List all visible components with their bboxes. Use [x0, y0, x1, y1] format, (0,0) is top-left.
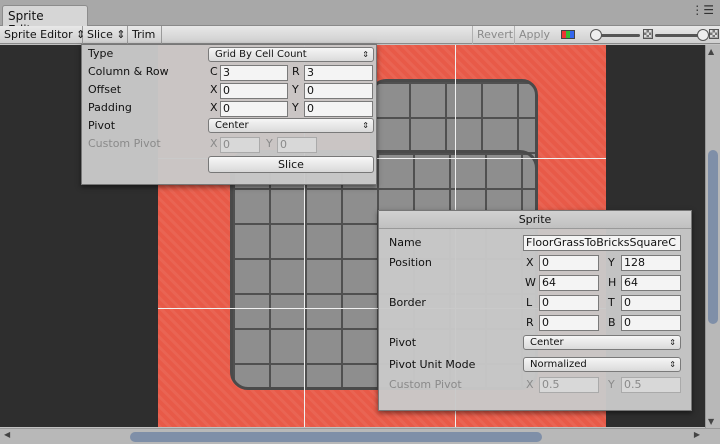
border-label: Border — [389, 296, 426, 309]
pivot-unit-mode-value: Normalized — [530, 359, 587, 370]
border-r-input[interactable]: 0 — [539, 315, 599, 331]
vertical-scrollbar[interactable]: ▲ ▼ — [705, 45, 720, 428]
position-y-input[interactable]: 128 — [621, 255, 681, 271]
type-value: Grid By Cell Count — [215, 49, 307, 60]
custom-pivot-x-label: X — [210, 137, 218, 150]
row-count-input[interactable]: 3 — [304, 65, 373, 81]
sprite-custom-pivot-y-label: Y — [608, 378, 615, 391]
sprite-custom-pivot-x-input[interactable]: 0.5 — [539, 377, 599, 393]
border-l-label: L — [526, 296, 533, 309]
border-b-input[interactable]: 0 — [621, 315, 681, 331]
offset-y-input[interactable]: 0 — [304, 83, 373, 99]
type-label: Type — [88, 47, 114, 60]
slice-panel: Type Grid By Cell Count ⇕ Column & Row C … — [81, 44, 377, 185]
offset-y-label: Y — [292, 83, 299, 96]
title-bar: Sprite Editor ⋮☰ — [0, 0, 720, 37]
position-y-label: Y — [608, 256, 615, 269]
pivot-unit-mode-dropdown[interactable]: Normalized ⇕ — [523, 357, 681, 372]
vertical-scroll-thumb[interactable] — [708, 150, 718, 324]
column-count-input[interactable]: 3 — [220, 65, 288, 81]
pivot-label: Pivot — [88, 119, 116, 132]
slice-dropdown[interactable]: Slice ⇕ — [83, 26, 128, 44]
column-row-label: Column & Row — [88, 65, 169, 78]
offset-label: Offset — [88, 83, 122, 96]
scroll-up-icon[interactable]: ▲ — [708, 47, 714, 56]
custom-pivot-y-label: Y — [266, 137, 273, 150]
border-t-label: T — [608, 296, 615, 309]
type-dropdown[interactable]: Grid By Cell Count ⇕ — [208, 47, 374, 62]
height-input[interactable]: 64 — [621, 275, 681, 291]
sprite-panel-title: Sprite — [379, 211, 691, 229]
checker-icon — [643, 29, 653, 39]
r-axis-label: R — [292, 65, 300, 78]
horizontal-scroll-thumb[interactable] — [130, 432, 542, 442]
padding-x-label: X — [210, 101, 218, 114]
pivot-unit-mode-label: Pivot Unit Mode — [389, 358, 476, 371]
custom-pivot-label: Custom Pivot — [88, 137, 161, 150]
offset-x-label: X — [210, 83, 218, 96]
border-b-label: B — [608, 316, 616, 329]
name-label: Name — [389, 236, 422, 249]
pivot-label: Pivot — [389, 336, 417, 349]
pivot-dropdown[interactable]: Center ⇕ — [208, 118, 374, 133]
padding-x-input[interactable]: 0 — [220, 101, 288, 117]
revert-button[interactable]: Revert — [472, 26, 514, 44]
sprite-editor-dropdown[interactable]: Sprite Editor ⇕ — [0, 26, 85, 44]
trim-button[interactable]: Trim — [128, 26, 162, 44]
dropdown-arrow-icon: ⇕ — [362, 121, 369, 130]
sprite-panel: Sprite Name FloorGrassToBricksSquareC Po… — [378, 210, 692, 411]
dropdown-arrow-icon: ⇕ — [669, 360, 676, 369]
toolbar: Sprite Editor ⇕ Slice ⇕ Trim Revert Appl… — [0, 26, 720, 44]
height-label: H — [608, 276, 617, 289]
apply-button[interactable]: Apply — [514, 26, 552, 44]
width-label: W — [525, 276, 536, 289]
border-t-input[interactable]: 0 — [621, 295, 681, 311]
pivot-value: Center — [215, 120, 249, 131]
scroll-left-icon[interactable]: ◀ — [4, 430, 10, 439]
position-label: Position — [389, 256, 432, 269]
position-x-label: X — [526, 256, 534, 269]
position-x-input[interactable]: 0 — [539, 255, 599, 271]
padding-y-input[interactable]: 0 — [304, 101, 373, 117]
custom-pivot-y-input[interactable]: 0 — [277, 137, 317, 153]
sprite-pivot-value: Center — [530, 337, 564, 348]
rgb-channel-icon[interactable] — [561, 30, 575, 39]
c-axis-label: C — [210, 65, 218, 78]
menu-icon[interactable]: ⋮☰ — [691, 3, 714, 17]
scroll-down-icon[interactable]: ▼ — [708, 417, 714, 426]
dropdown-arrow-icon: ⇕ — [669, 338, 676, 347]
slice-button[interactable]: Slice — [208, 156, 374, 173]
border-l-input[interactable]: 0 — [539, 295, 599, 311]
border-r-label: R — [526, 316, 534, 329]
dropdown-arrow-icon: ⇕ — [362, 50, 369, 59]
mip-slider[interactable] — [655, 28, 709, 42]
sprite-pivot-dropdown[interactable]: Center ⇕ — [523, 335, 681, 350]
horizontal-scrollbar[interactable]: ◀ ▶ — [0, 428, 720, 444]
padding-label: Padding — [88, 101, 132, 114]
width-input[interactable]: 64 — [539, 275, 599, 291]
sprite-name-input[interactable]: FloorGrassToBricksSquareC — [523, 235, 681, 251]
sprite-custom-pivot-y-input[interactable]: 0.5 — [621, 377, 681, 393]
checker-large-icon — [709, 29, 719, 39]
custom-pivot-x-input[interactable]: 0 — [220, 137, 260, 153]
scroll-right-icon[interactable]: ▶ — [694, 430, 700, 439]
padding-y-label: Y — [292, 101, 299, 114]
zoom-slider[interactable] — [590, 28, 640, 42]
sprite-custom-pivot-label: Custom Pivot — [389, 378, 462, 391]
tab-sprite-editor[interactable]: Sprite Editor — [2, 5, 88, 37]
sprite-custom-pivot-x-label: X — [526, 378, 534, 391]
offset-x-input[interactable]: 0 — [220, 83, 288, 99]
